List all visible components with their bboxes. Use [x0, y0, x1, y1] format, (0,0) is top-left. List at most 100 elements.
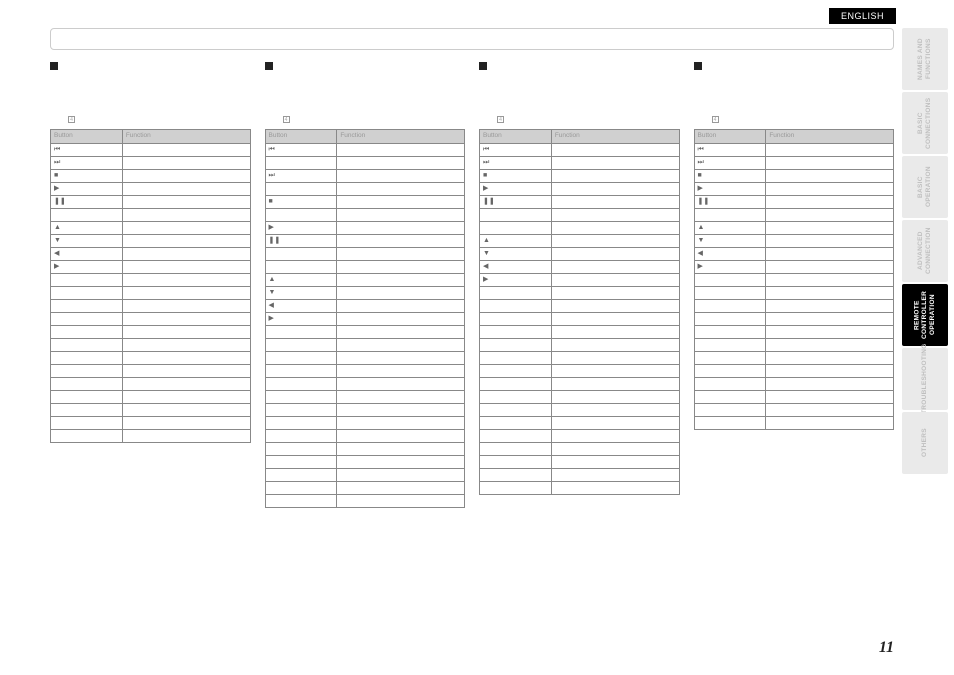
cell-function — [766, 312, 894, 325]
table-row: ❚❚ — [51, 195, 251, 208]
cell-function — [122, 429, 250, 442]
cell-function — [551, 273, 679, 286]
side-tab-1[interactable]: BASIC CONNECTIONS — [902, 92, 948, 154]
cell-function — [551, 403, 679, 416]
transport-icon: ⏮ — [269, 146, 275, 153]
cell-function — [551, 260, 679, 273]
table-row — [480, 481, 680, 494]
side-tab-3[interactable]: ADVANCED CONNECTION — [902, 220, 948, 282]
cell-button: ▶ — [51, 182, 123, 195]
transport-icon: ▶ — [269, 315, 274, 322]
cell-button — [480, 364, 552, 377]
cell-function — [337, 299, 465, 312]
table-row: ▶ — [480, 273, 680, 286]
cell-button: ❚❚ — [265, 234, 337, 247]
th-button: Button — [694, 129, 766, 143]
table-row: ■ — [51, 169, 251, 182]
cell-button — [480, 390, 552, 403]
table-row — [51, 364, 251, 377]
ref-number-box: 4 — [497, 116, 504, 123]
table-row — [51, 403, 251, 416]
function-table: ButtonFunction⏮ ⏭ ■ ▶ ❚❚ ▲ ▼ ◀ ▶ — [50, 129, 251, 443]
table-row: ▶ — [265, 221, 465, 234]
cell-button: ⏭ — [480, 156, 552, 169]
cell-button: ▼ — [694, 234, 766, 247]
column-subtext: 4 — [712, 116, 895, 125]
cell-function — [122, 221, 250, 234]
cell-function — [337, 195, 465, 208]
cell-button — [480, 429, 552, 442]
cell-button — [480, 312, 552, 325]
cell-button: ▶ — [694, 260, 766, 273]
cell-button — [51, 325, 123, 338]
cell-button — [694, 273, 766, 286]
cell-function — [337, 156, 465, 169]
side-tab-6[interactable]: OTHERS — [902, 412, 948, 474]
transport-icon: ▼ — [269, 289, 276, 296]
transport-icon: ▶ — [54, 263, 59, 270]
cell-function — [122, 403, 250, 416]
cell-button: ▶ — [480, 273, 552, 286]
cell-button — [480, 286, 552, 299]
table-row: ▼ — [694, 234, 894, 247]
cell-function — [551, 195, 679, 208]
table-row — [480, 351, 680, 364]
cell-button — [694, 377, 766, 390]
cell-button: ⏮ — [480, 143, 552, 156]
cell-function — [551, 351, 679, 364]
cell-function — [766, 286, 894, 299]
side-tab-4[interactable]: REMOTE CONTROLLER OPERATION — [902, 284, 948, 346]
transport-icon: ◀ — [698, 250, 703, 257]
transport-icon: ◀ — [54, 250, 59, 257]
cell-function — [551, 182, 679, 195]
cell-function — [766, 156, 894, 169]
transport-icon: ▶ — [483, 185, 488, 192]
cell-button — [694, 299, 766, 312]
transport-icon: ▶ — [54, 185, 59, 192]
cell-function — [337, 390, 465, 403]
cell-button: ▶ — [694, 182, 766, 195]
column-subtext: 4 — [68, 116, 251, 125]
table-row: ▲ — [265, 273, 465, 286]
bullet-square-icon — [50, 62, 58, 70]
table-row — [480, 221, 680, 234]
cell-button: ▶ — [265, 221, 337, 234]
table-row — [265, 156, 465, 169]
transport-icon: ❚❚ — [54, 198, 66, 205]
cell-function — [337, 234, 465, 247]
cell-button — [265, 338, 337, 351]
cell-function — [766, 208, 894, 221]
function-table: ButtonFunction⏮ ⏭ ■ ▶ ❚❚ ▲ ▼ ◀ ▶ — [265, 129, 466, 508]
table-row — [694, 325, 894, 338]
cell-button — [265, 494, 337, 507]
cell-function — [337, 377, 465, 390]
cell-function — [122, 338, 250, 351]
column-0: 4 ButtonFunction⏮ ⏭ ■ ▶ ❚❚ ▲ ▼ ◀ ▶ — [50, 60, 251, 508]
cell-button — [694, 403, 766, 416]
cell-function — [551, 390, 679, 403]
cell-button — [480, 377, 552, 390]
cell-function — [122, 156, 250, 169]
cell-button — [480, 403, 552, 416]
cell-function — [122, 182, 250, 195]
cell-button — [694, 390, 766, 403]
cell-button — [480, 455, 552, 468]
cell-button — [51, 299, 123, 312]
cell-function — [337, 403, 465, 416]
table-row — [480, 286, 680, 299]
cell-function — [551, 221, 679, 234]
cell-function — [337, 325, 465, 338]
cell-button — [265, 455, 337, 468]
side-tab-0[interactable]: NAMES AND FUNCTIONS — [902, 28, 948, 90]
cell-button: ⏮ — [51, 143, 123, 156]
cell-button — [480, 468, 552, 481]
table-row — [480, 325, 680, 338]
cell-function — [766, 195, 894, 208]
transport-icon: ❚❚ — [698, 198, 710, 205]
cell-function — [122, 169, 250, 182]
side-tab-5[interactable]: TROUBLESHOOTING — [902, 348, 948, 410]
table-row — [51, 390, 251, 403]
side-tab-2[interactable]: BASIC OPERATION — [902, 156, 948, 218]
table-row: ⏭ — [51, 156, 251, 169]
cell-function — [551, 312, 679, 325]
